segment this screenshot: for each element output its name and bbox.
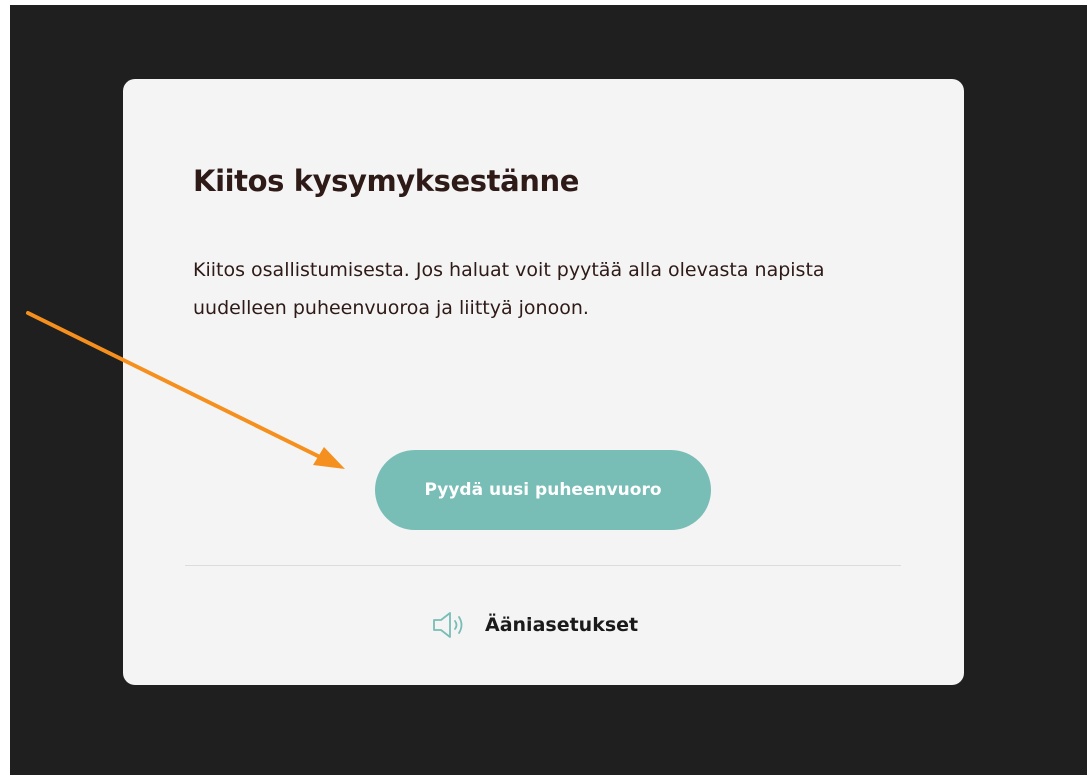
dialog-title: Kiitos kysymyksestänne [193,164,580,198]
audio-settings-label: Ääniasetukset [485,614,639,636]
dialog-message: Kiitos osallistumisesta. Jos haluat voit… [193,259,825,319]
request-new-turn-button[interactable]: Pyydä uusi puheenvuoro [375,450,711,530]
audio-settings-link[interactable]: Ääniasetukset [431,609,638,641]
speaker-icon [433,612,463,638]
divider [185,565,901,566]
page-background: Kiitos kysymyksestänne Kiitos osallistum… [10,5,1087,775]
thank-you-dialog: Kiitos kysymyksestänne Kiitos osallistum… [123,79,964,685]
